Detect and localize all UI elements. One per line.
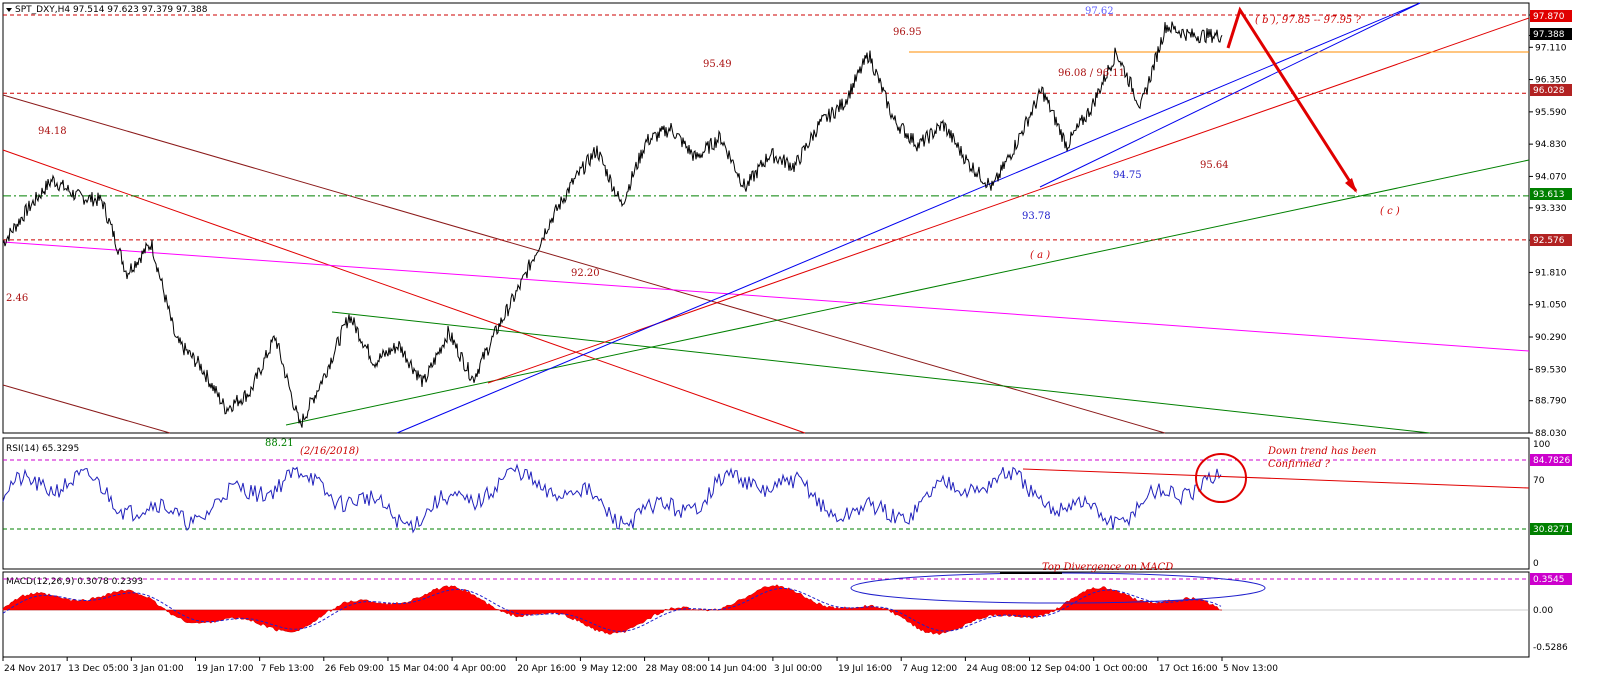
price-axis-label: 97.110 bbox=[1535, 43, 1567, 53]
time-axis-label: 28 May 08:00 bbox=[646, 664, 708, 674]
time-axis-label: 9 May 12:00 bbox=[581, 664, 637, 674]
red-projection-polyline bbox=[1226, 6, 1358, 192]
price-axis-label: 90.290 bbox=[1535, 333, 1567, 343]
time-axis-label: 15 Mar 04:00 bbox=[389, 664, 449, 674]
badge-97-870: 97.870 bbox=[1533, 12, 1565, 22]
trendline-magenta bbox=[2, 241, 1530, 352]
price-axis-label: 93.330 bbox=[1535, 204, 1567, 214]
rsi-header: RSI(14) 65.3295 bbox=[6, 444, 79, 454]
price-axis-label: 91.050 bbox=[1535, 301, 1567, 311]
time-axis: 24 Nov 2017 13 Dec 05:00 3 Jan 01:00 19 Jan… bbox=[2, 657, 1278, 674]
time-axis-label: 17 Oct 16:00 bbox=[1159, 664, 1218, 674]
chart-svg: 97.62 96.95 95.49 96.08 / 96.11 94.75 95… bbox=[2, 2, 1572, 674]
rsi-tick-100: 100 bbox=[1533, 440, 1550, 450]
annotation-94-75: 94.75 bbox=[1113, 170, 1142, 181]
time-axis-label: 7 Feb 13:00 bbox=[261, 664, 315, 674]
macd-tick-neg: -0.5286 bbox=[1533, 643, 1568, 653]
time-axis-label: 26 Feb 09:00 bbox=[325, 664, 384, 674]
badge-92-576: 92.576 bbox=[1533, 236, 1565, 246]
trendline-green-up bbox=[285, 159, 1530, 426]
price-axis-label: 94.070 bbox=[1535, 172, 1567, 182]
time-axis-label: 1 Oct 00:00 bbox=[1095, 664, 1148, 674]
time-axis-label: 7 Aug 12:00 bbox=[902, 664, 957, 674]
annotation-96-95: 96.95 bbox=[893, 27, 922, 38]
main-header-text: SPT_DXY,H4 97.514 97.623 97.379 97.388 bbox=[15, 5, 208, 15]
macd-histogram bbox=[2, 584, 1223, 636]
trendline-darkred-lower bbox=[2, 384, 171, 434]
time-axis-label: 19 Jan 17:00 bbox=[196, 664, 253, 674]
price-axis-label: 94.830 bbox=[1535, 140, 1567, 150]
price-levels bbox=[3, 14, 1529, 241]
time-axis-label: 20 Apr 16:00 bbox=[517, 664, 576, 674]
trendline-red-down bbox=[2, 149, 806, 434]
rsi-tick-0: 0 bbox=[1533, 559, 1539, 569]
rsi-line bbox=[2, 463, 1222, 534]
time-axis-label: 3 Jul 00:00 bbox=[774, 664, 823, 674]
trendline-darkred-upper bbox=[2, 94, 1166, 434]
badge-93-613: 93.613 bbox=[1533, 190, 1565, 200]
macd-annotation: Top Divergence on MACD bbox=[1042, 562, 1173, 573]
annotation-2-46: 2.46 bbox=[6, 293, 28, 304]
annotation-97-62: 97.62 bbox=[1085, 6, 1114, 17]
annotation-wave-b: ( b ), 97.85 -- 97.95 ? bbox=[1255, 15, 1361, 26]
price-axis-label: 95.590 bbox=[1535, 108, 1567, 118]
trendline-red-up bbox=[487, 17, 1530, 384]
time-axis-label: 19 Jul 16:00 bbox=[838, 664, 892, 674]
rsi-annotation-line2: Confirmed ? bbox=[1268, 459, 1331, 470]
annotation-94-18: 94.18 bbox=[38, 126, 67, 137]
price-line bbox=[2, 21, 1223, 428]
time-axis-label: 13 Dec 05:00 bbox=[68, 664, 129, 674]
time-axis-label: 24 Aug 08:00 bbox=[966, 664, 1027, 674]
badge-96-028: 96.028 bbox=[1533, 86, 1565, 96]
macd-panel: MACD(12,26,9) 0.3078 0.2393 Top Divergen… bbox=[2, 562, 1572, 653]
annotation-88-21: 88.21 bbox=[265, 438, 294, 449]
rsi-tick-70: 70 bbox=[1533, 476, 1545, 486]
time-axis-label: 14 Jun 04:00 bbox=[710, 664, 767, 674]
main-header: SPT_DXY,H4 97.514 97.623 97.379 97.388 bbox=[6, 5, 208, 15]
main-panel-frame bbox=[2, 2, 1530, 434]
chart-window: 97.62 96.95 95.49 96.08 / 96.11 94.75 95… bbox=[0, 0, 1602, 696]
arrowhead-icon bbox=[1345, 178, 1357, 193]
rsi-downtrend-line bbox=[1022, 468, 1530, 489]
time-axis-label: 12 Sep 04:00 bbox=[1031, 664, 1091, 674]
trendlines bbox=[2, 2, 1530, 434]
price-axis: 97.87097.38897.11096.35095.59094.83094.0… bbox=[1529, 11, 1567, 439]
macd-divergence-ellipse bbox=[850, 572, 1266, 604]
annotation-date-2-16-2018: (2/16/2018) bbox=[300, 446, 359, 457]
time-axis-label: 4 Apr 00:00 bbox=[453, 664, 506, 674]
rsi-panel: RSI(14) 65.3295 Down trend has been Conf… bbox=[2, 440, 1572, 569]
rsi-badge-lower: 30.8271 bbox=[1533, 525, 1570, 535]
badge-current-price: 97.388 bbox=[1533, 30, 1565, 40]
rsi-badge-upper: 84.7826 bbox=[1533, 456, 1570, 466]
annotation-wave-a: ( a ) bbox=[1030, 250, 1050, 261]
price-axis-label: 88.030 bbox=[1535, 429, 1567, 439]
channel-blue-upper bbox=[396, 2, 1421, 434]
annotation-95-64: 95.64 bbox=[1200, 160, 1229, 171]
price-axis-label: 89.530 bbox=[1535, 365, 1567, 375]
rsi-annotation-line1: Down trend has been bbox=[1267, 446, 1376, 457]
collapse-triangle-icon[interactable] bbox=[6, 8, 12, 12]
macd-badge: 0.3545 bbox=[1533, 575, 1565, 585]
time-axis-label: 5 Nov 13:00 bbox=[1223, 664, 1278, 674]
annotation-93-78: 93.78 bbox=[1022, 211, 1051, 222]
price-axis-label: 91.810 bbox=[1535, 268, 1567, 278]
time-axis-label: 3 Jan 01:00 bbox=[132, 664, 184, 674]
annotation-92-20: 92.20 bbox=[571, 268, 600, 279]
time-axis-label: 24 Nov 2017 bbox=[4, 664, 62, 674]
annotation-wave-c: ( c ) bbox=[1380, 206, 1400, 217]
rsi-panel-frame bbox=[2, 437, 1530, 570]
annotation-96-08-96-11: 96.08 / 96.11 bbox=[1058, 68, 1125, 79]
annotation-95-49: 95.49 bbox=[703, 59, 732, 70]
price-axis-label: 88.790 bbox=[1535, 397, 1567, 407]
macd-tick-0: 0.00 bbox=[1533, 606, 1553, 616]
